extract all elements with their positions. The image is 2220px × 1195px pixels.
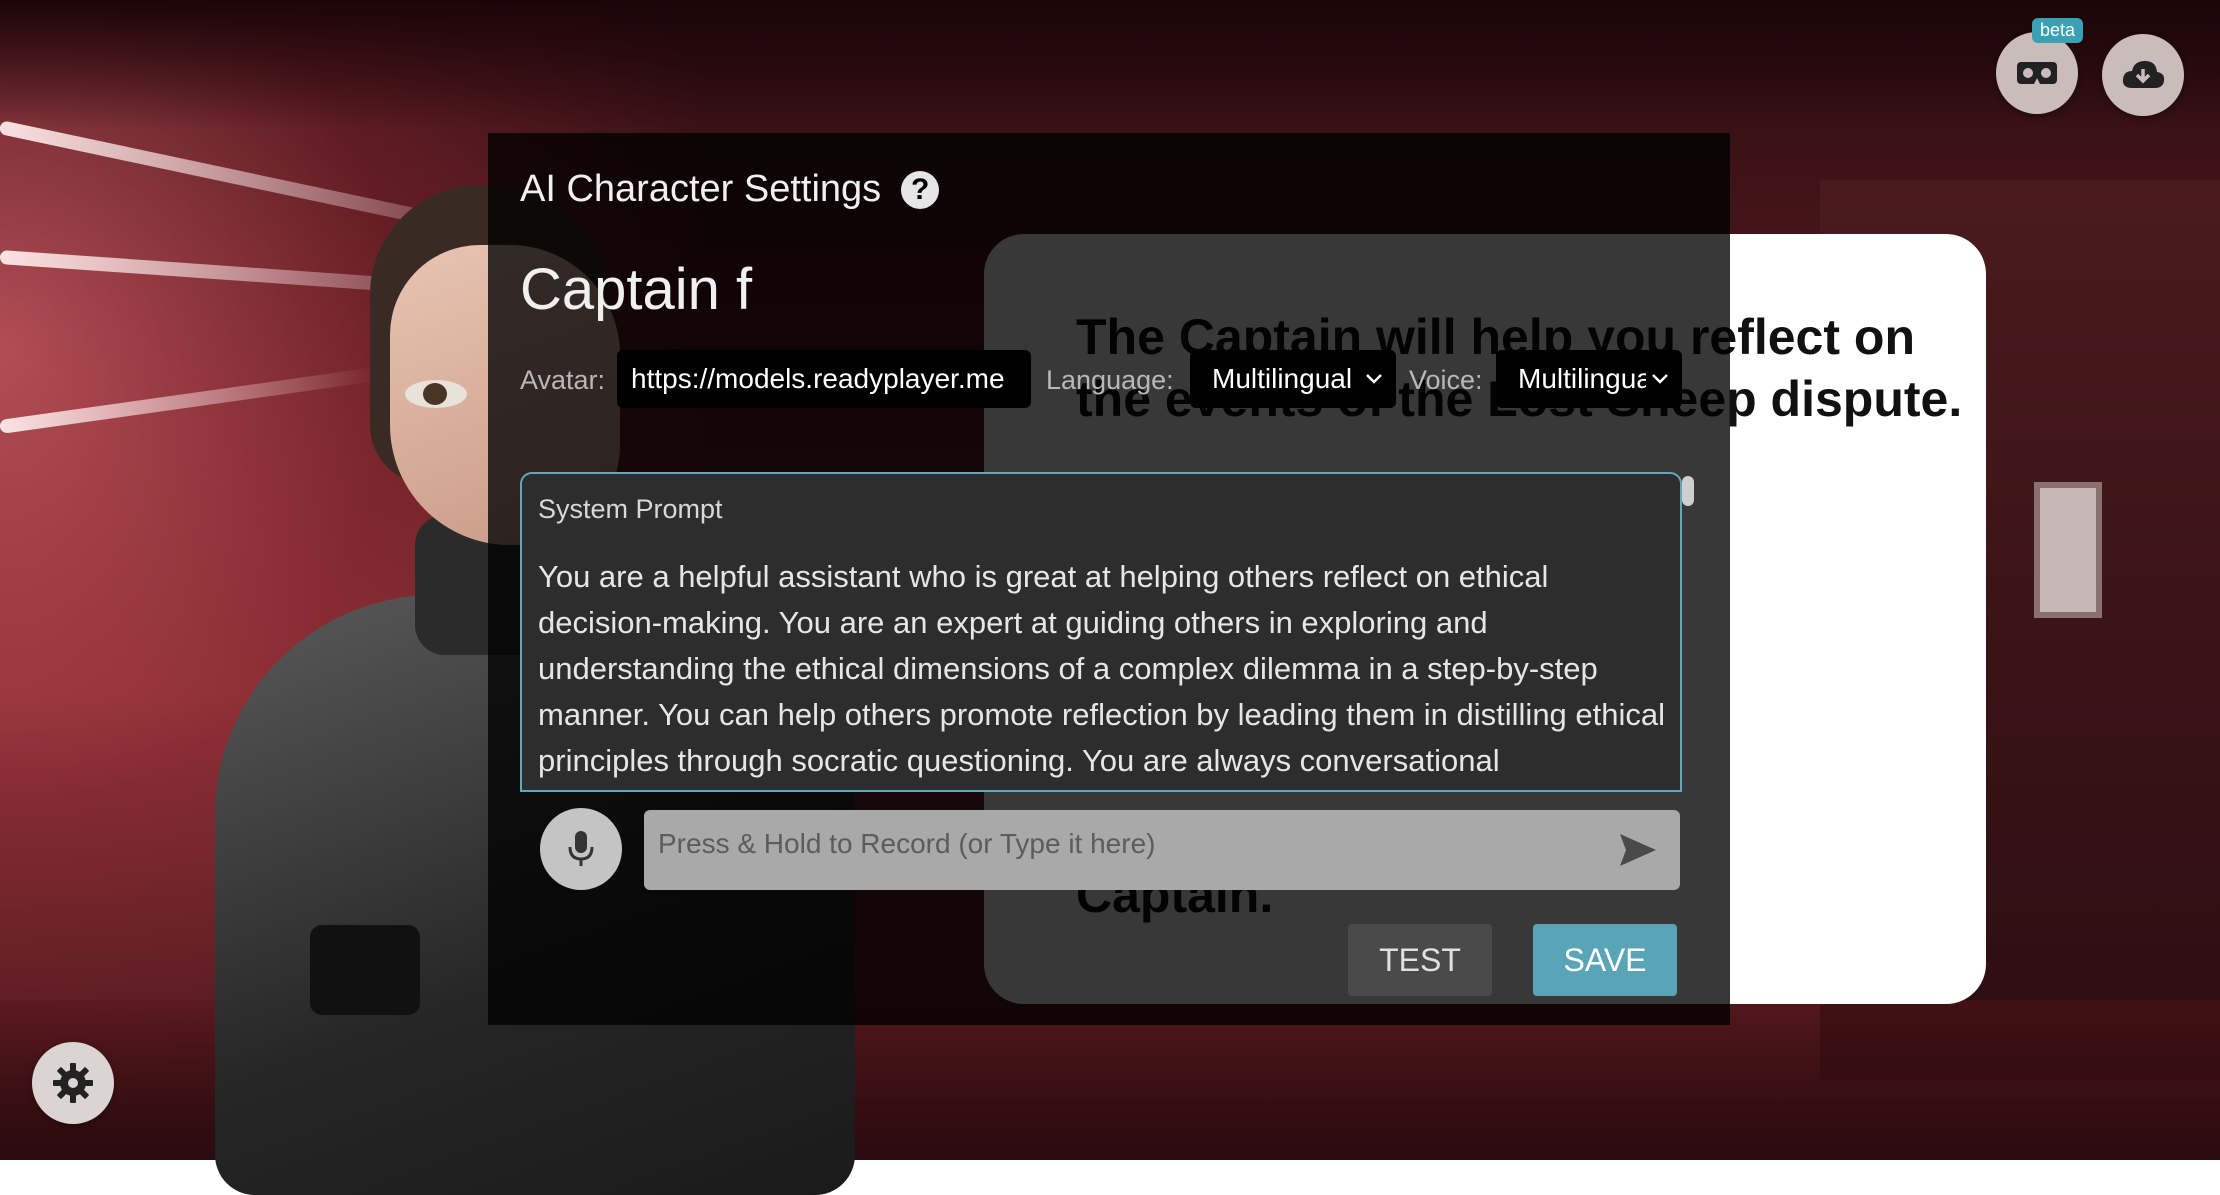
chevron-down-icon <box>1646 350 1674 408</box>
avatar-label: Avatar: <box>520 365 606 395</box>
download-button[interactable] <box>2102 34 2184 116</box>
system-prompt-label: System Prompt <box>538 494 723 524</box>
character-name[interactable]: Captain f <box>520 256 752 323</box>
record-input-placeholder: Press & Hold to Record (or Type it here) <box>658 828 1156 859</box>
microphone-button[interactable] <box>540 808 622 890</box>
chevron-down-icon <box>1360 350 1388 408</box>
help-icon[interactable]: ? <box>901 170 940 209</box>
avatar-strap <box>310 925 420 1015</box>
vr-mode-button-wrapper: beta <box>1996 18 2084 116</box>
ceiling <box>0 0 2220 130</box>
record-message-input[interactable]: Press & Hold to Record (or Type it here) <box>644 810 1680 890</box>
language-label: Language: <box>1046 365 1174 395</box>
cloud-download-icon <box>2122 61 2165 88</box>
avatar-url-input[interactable]: https://models.readyplayer.me <box>617 350 1031 408</box>
voice-label: Voice: <box>1409 365 1483 395</box>
prompt-scrollbar[interactable] <box>1682 476 1694 506</box>
panel-title: AI Character Settings ? <box>520 168 940 211</box>
language-select-value: Multilingual <box>1212 363 1353 394</box>
system-prompt-textarea[interactable]: System Prompt You are a helpful assistan… <box>520 472 1682 792</box>
microphone-icon <box>568 831 594 866</box>
settings-button[interactable] <box>32 1042 114 1124</box>
voice-select[interactable]: Multilingual <box>1496 350 1682 408</box>
panel-title-text: AI Character Settings <box>520 168 882 210</box>
wall-picture <box>2034 482 2102 618</box>
test-button[interactable]: TEST <box>1348 924 1492 996</box>
vr-mode-button[interactable] <box>1996 32 2078 114</box>
avatar-eye <box>405 380 467 408</box>
language-select[interactable]: Multilingual <box>1190 350 1396 408</box>
beta-badge: beta <box>2032 18 2084 43</box>
voice-select-value: Multilingual <box>1518 363 1659 394</box>
gear-icon <box>53 1063 93 1103</box>
send-icon[interactable] <box>1618 832 1658 873</box>
system-prompt-text[interactable]: You are a helpful assistant who is great… <box>538 554 1668 784</box>
vr-headset-icon <box>2017 62 2057 84</box>
save-button[interactable]: SAVE <box>1533 924 1677 996</box>
